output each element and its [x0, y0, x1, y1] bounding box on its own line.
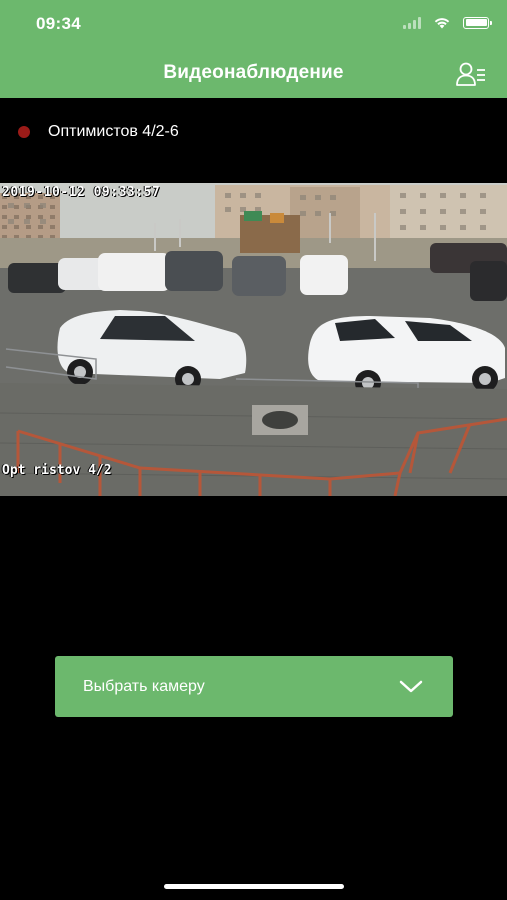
camera-frame: [0, 183, 507, 496]
select-camera-label: Выбрать камеру: [83, 677, 205, 695]
video-timestamp: 2019-10-12 09:33:57: [2, 185, 161, 200]
camera-status-dot: [18, 126, 30, 138]
chevron-down-icon: [399, 680, 423, 692]
signal-icon: [403, 16, 421, 29]
camera-name: Оптимистов 4/2-6: [48, 123, 179, 140]
app-header: 09:34 Видеонаблюдение: [0, 0, 507, 98]
camera-title-row: Оптимистов 4/2-6: [18, 123, 179, 141]
battery-icon: [463, 16, 492, 29]
user-list-icon[interactable]: [455, 60, 487, 88]
video-camera-label: Opt ristov 4/2: [2, 463, 112, 478]
select-camera-button[interactable]: Выбрать камеру: [55, 656, 453, 717]
home-indicator[interactable]: [164, 884, 344, 889]
status-icons: [403, 16, 492, 29]
status-time: 09:34: [36, 14, 81, 33]
wifi-icon: [434, 18, 450, 29]
page-title: Видеонаблюдение: [163, 62, 344, 83]
video-stream[interactable]: 2019-10-12 09:33:57 Opt ristov 4/2: [0, 183, 507, 496]
